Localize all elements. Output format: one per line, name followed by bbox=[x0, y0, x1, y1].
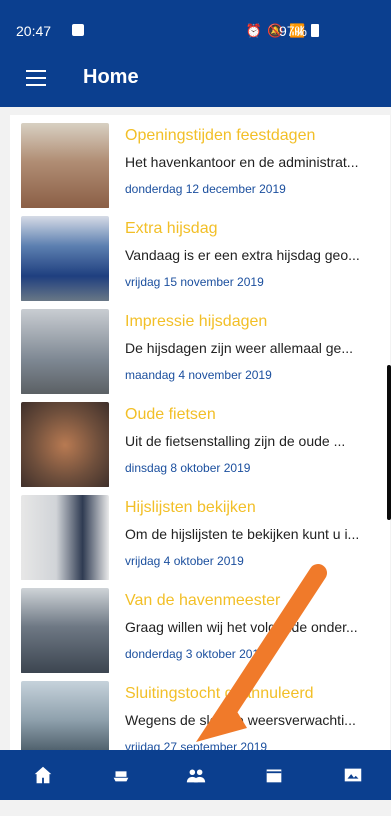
news-snippet: Om de hijslijsten te bekijken kunt u i..… bbox=[125, 526, 360, 542]
news-item[interactable]: Van de havenmeester Graag willen wij het… bbox=[10, 580, 390, 674]
news-thumbnail bbox=[21, 309, 109, 395]
news-snippet: Uit de fietsenstalling zijn de oude ... bbox=[125, 433, 346, 449]
news-title: Openingstijden feestdagen bbox=[125, 127, 316, 144]
people-icon bbox=[186, 769, 206, 783]
news-item[interactable]: Openingstijden feestdagen Het havenkanto… bbox=[10, 115, 390, 209]
calendar-tab[interactable] bbox=[259, 760, 289, 790]
people-tab[interactable] bbox=[181, 760, 211, 790]
news-thumbnail bbox=[21, 495, 109, 581]
news-date: donderdag 12 december 2019 bbox=[125, 182, 286, 196]
hamburger-menu-icon[interactable] bbox=[26, 70, 46, 86]
home-icon bbox=[34, 766, 52, 784]
news-title: Sluitingstocht geannuleerd bbox=[125, 685, 314, 702]
news-date: vrijdag 27 september 2019 bbox=[125, 740, 268, 750]
news-item[interactable]: Extra hijsdag Vandaag is er een extra hi… bbox=[10, 208, 390, 302]
news-title: Extra hijsdag bbox=[125, 220, 218, 237]
status-bar: 20:47 ⏰ 🔕 📶 ▮ 97% bbox=[0, 0, 391, 50]
news-snippet: Het havenkantoor en de administrat... bbox=[125, 154, 359, 170]
news-title: Hijslijsten bekijken bbox=[125, 499, 256, 516]
news-snippet: Graag willen wij het volgende onder... bbox=[125, 619, 358, 635]
news-date: vrijdag 4 oktober 2019 bbox=[125, 554, 244, 568]
boat-tab[interactable] bbox=[106, 760, 136, 790]
page-title: Home bbox=[83, 66, 139, 88]
news-item[interactable]: Impressie hijsdagen De hijsdagen zijn we… bbox=[10, 301, 390, 395]
bottom-nav bbox=[0, 750, 391, 800]
boat-icon bbox=[113, 771, 129, 782]
news-thumbnail bbox=[21, 123, 109, 209]
news-thumbnail bbox=[21, 216, 109, 302]
news-list[interactable]: Openingstijden feestdagen Het havenkanto… bbox=[0, 107, 391, 750]
news-date: dinsdag 8 oktober 2019 bbox=[125, 461, 251, 475]
battery-text: 97% bbox=[278, 23, 307, 39]
gallery-tab[interactable] bbox=[338, 760, 368, 790]
news-item[interactable]: Oude fietsen Uit de fietsenstalling zijn… bbox=[10, 394, 390, 488]
news-thumbnail bbox=[21, 588, 109, 674]
home-tab[interactable] bbox=[28, 760, 58, 790]
system-nav-area bbox=[0, 800, 391, 816]
status-app-icon bbox=[72, 24, 84, 36]
news-item[interactable]: Sluitingstocht geannuleerd Wegens de sle… bbox=[10, 673, 390, 750]
news-thumbnail bbox=[21, 402, 109, 488]
gallery-icon bbox=[344, 768, 362, 782]
news-date: vrijdag 15 november 2019 bbox=[125, 275, 264, 289]
news-snippet: Wegens de slechte weersverwachti... bbox=[125, 712, 356, 728]
status-time: 20:47 bbox=[16, 23, 52, 39]
news-snippet: Vandaag is er een extra hijsdag geo... bbox=[125, 247, 360, 263]
news-snippet: De hijsdagen zijn weer allemaal ge... bbox=[125, 340, 354, 356]
news-date: donderdag 3 oktober 2019 bbox=[125, 647, 266, 661]
news-title: Van de havenmeester bbox=[125, 592, 281, 609]
news-item[interactable]: Hijslijsten bekijken Om de hijslijsten t… bbox=[10, 487, 390, 581]
news-thumbnail bbox=[21, 681, 109, 750]
battery-icon bbox=[311, 24, 319, 37]
scrollbar[interactable] bbox=[387, 365, 391, 520]
calendar-icon bbox=[266, 769, 282, 783]
app-bar: Home bbox=[0, 50, 391, 107]
news-title: Oude fietsen bbox=[125, 406, 216, 423]
news-date: maandag 4 november 2019 bbox=[125, 368, 272, 382]
news-title: Impressie hijsdagen bbox=[125, 313, 268, 330]
